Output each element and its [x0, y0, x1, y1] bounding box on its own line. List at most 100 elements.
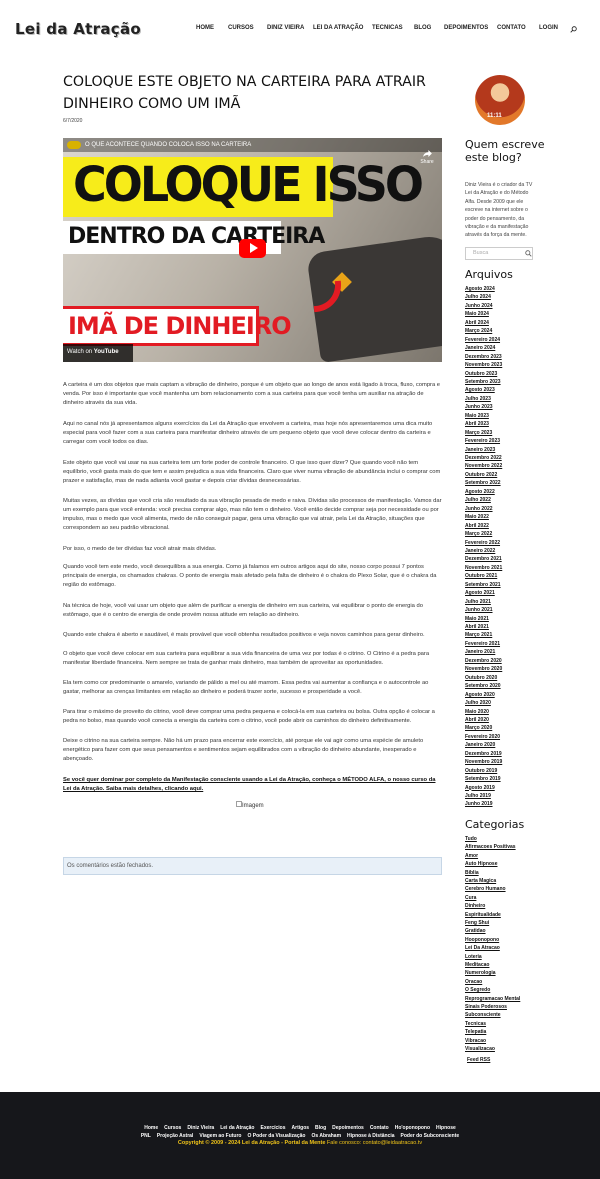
archive-link[interactable]: Junho 2023: [465, 404, 493, 410]
archive-link[interactable]: Setembro 2023: [465, 379, 501, 385]
archive-link[interactable]: Novembro 2019: [465, 759, 502, 765]
archive-link[interactable]: Novembro 2023: [465, 362, 502, 368]
nav-lei-da-atracao[interactable]: LEI DA ATRAÇÃO: [313, 25, 363, 31]
archive-link[interactable]: Março 2023: [465, 430, 492, 436]
archive-link[interactable]: Janeiro 2020: [465, 742, 495, 748]
archive-link[interactable]: Agosto 2019: [465, 785, 495, 791]
category-link[interactable]: Dinheiro: [465, 903, 485, 909]
archive-link[interactable]: Dezembro 2023: [465, 354, 502, 360]
video-title[interactable]: O QUE ACONTECE QUANDO COLOCA ISSO NA CAR…: [85, 142, 251, 148]
footer-link[interactable]: Poder do Subconsciente: [401, 1133, 460, 1139]
category-link[interactable]: Amor: [465, 853, 478, 859]
category-link[interactable]: Telepatia: [465, 1029, 486, 1035]
archive-link[interactable]: Setembro 2022: [465, 480, 501, 486]
archive-link[interactable]: Agosto 2023: [465, 387, 495, 393]
archive-link[interactable]: Junho 2024: [465, 303, 493, 309]
archive-link[interactable]: Dezembro 2020: [465, 658, 502, 664]
category-link[interactable]: Gratidao: [465, 928, 486, 934]
archive-link[interactable]: Outubro 2020: [465, 675, 497, 681]
archive-link[interactable]: Fevereiro 2021: [465, 641, 500, 647]
archive-link[interactable]: Abril 2021: [465, 624, 489, 630]
archive-link[interactable]: Novembro 2022: [465, 463, 502, 469]
archive-link[interactable]: Dezembro 2022: [465, 455, 502, 461]
nav-diniz-vieira[interactable]: DINIZ VIEIRA: [267, 25, 304, 31]
archive-link[interactable]: Julho 2022: [465, 497, 491, 503]
archive-link[interactable]: Janeiro 2024: [465, 345, 495, 351]
cta-link[interactable]: Se você quer dominar por completo da Man…: [63, 776, 443, 794]
contact-email[interactable]: Fale conosco: contato@leidaatracao.tv: [325, 1140, 422, 1146]
category-link[interactable]: Lei Da Atracao: [465, 945, 500, 951]
nav-tecnicas[interactable]: TECNICAS: [372, 25, 403, 31]
rss-feed-link[interactable]: Feed RSS: [467, 1057, 490, 1063]
archive-link[interactable]: Julho 2023: [465, 396, 491, 402]
archive-link[interactable]: Fevereiro 2020: [465, 734, 500, 740]
channel-avatar[interactable]: [67, 141, 81, 149]
archive-link[interactable]: Julho 2019: [465, 793, 491, 799]
nav-contato[interactable]: CONTATO: [497, 25, 526, 31]
archive-link[interactable]: Agosto 2020: [465, 692, 495, 698]
category-link[interactable]: Meditacao: [465, 962, 489, 968]
archive-link[interactable]: Outubro 2022: [465, 472, 497, 478]
archive-link[interactable]: Abril 2022: [465, 523, 489, 529]
archive-link[interactable]: Agosto 2024: [465, 286, 495, 292]
archive-link[interactable]: Fevereiro 2022: [465, 540, 500, 546]
archive-link[interactable]: Maio 2024: [465, 311, 489, 317]
category-link[interactable]: Loteria: [465, 954, 482, 960]
category-link[interactable]: Bíblia: [465, 870, 479, 876]
footer-link[interactable]: PNL: [141, 1133, 151, 1139]
archive-link[interactable]: Junho 2022: [465, 506, 493, 512]
site-logo[interactable]: Lei da Atração: [15, 20, 141, 38]
nav-home[interactable]: HOME: [196, 25, 214, 31]
category-link[interactable]: Hooponopono: [465, 937, 499, 943]
archive-link[interactable]: Novembro 2021: [465, 565, 502, 571]
footer-link[interactable]: Projeção Astral: [157, 1133, 194, 1139]
category-link[interactable]: Auto Hipnose: [465, 861, 498, 867]
nav-depoimentos[interactable]: DEPOIMENTOS: [444, 25, 488, 31]
archive-link[interactable]: Julho 2020: [465, 700, 491, 706]
category-link[interactable]: O Segredo: [465, 987, 490, 993]
archive-link[interactable]: Maio 2022: [465, 514, 489, 520]
youtube-video-embed[interactable]: COLOQUE ISSO DENTRO DA CARTEIRA IMÃ DE D…: [63, 138, 442, 362]
category-link[interactable]: Numerologia: [465, 970, 496, 976]
category-link[interactable]: Tudo: [465, 836, 477, 842]
archive-link[interactable]: Dezembro 2019: [465, 751, 502, 757]
category-link[interactable]: Visualizacao: [465, 1046, 495, 1052]
nav-blog[interactable]: BLOG: [414, 25, 431, 31]
search-icon[interactable]: [525, 250, 532, 257]
category-link[interactable]: Carta Magica: [465, 878, 496, 884]
footer-link[interactable]: Viagem ao Futuro: [199, 1133, 241, 1139]
archive-link[interactable]: Maio 2023: [465, 413, 489, 419]
category-link[interactable]: Feng Shui: [465, 920, 489, 926]
archive-link[interactable]: Fevereiro 2023: [465, 438, 500, 444]
category-link[interactable]: Espiritualidade: [465, 912, 501, 918]
archive-link[interactable]: Maio 2021: [465, 616, 489, 622]
archive-link[interactable]: Março 2020: [465, 725, 492, 731]
archive-link[interactable]: Abril 2024: [465, 320, 489, 326]
archive-link[interactable]: Agosto 2021: [465, 590, 495, 596]
nav-login[interactable]: LOGIN: [539, 25, 558, 31]
footer-link[interactable]: Hipnose à Distância: [347, 1133, 395, 1139]
archive-link[interactable]: Novembro 2020: [465, 666, 502, 672]
archive-link[interactable]: Março 2021: [465, 632, 492, 638]
archive-link[interactable]: Maio 2020: [465, 709, 489, 715]
category-link[interactable]: Tecnicas: [465, 1021, 486, 1027]
category-link[interactable]: Afirmacoes Positivas: [465, 844, 516, 850]
category-link[interactable]: Cura: [465, 895, 476, 901]
archive-link[interactable]: Outubro 2023: [465, 371, 497, 377]
category-link[interactable]: Oracao: [465, 979, 482, 985]
archive-link[interactable]: Setembro 2021: [465, 582, 501, 588]
category-link[interactable]: Sinais Poderosos: [465, 1004, 507, 1010]
archive-link[interactable]: Julho 2021: [465, 599, 491, 605]
archive-link[interactable]: Julho 2024: [465, 294, 491, 300]
archive-link[interactable]: Agosto 2022: [465, 489, 495, 495]
category-link[interactable]: Vibracao: [465, 1038, 486, 1044]
category-link[interactable]: Subconsciente: [465, 1012, 501, 1018]
archive-link[interactable]: Dezembro 2021: [465, 556, 502, 562]
nav-cursos[interactable]: CURSOS: [228, 25, 254, 31]
archive-link[interactable]: Outubro 2021: [465, 573, 497, 579]
archive-link[interactable]: Abril 2023: [465, 421, 489, 427]
category-link[interactable]: Reprogramacao Mental: [465, 996, 520, 1002]
footer-link[interactable]: O Poder da Visualização: [247, 1133, 305, 1139]
archive-link[interactable]: Janeiro 2023: [465, 447, 495, 453]
archive-link[interactable]: Fevereiro 2024: [465, 337, 500, 343]
